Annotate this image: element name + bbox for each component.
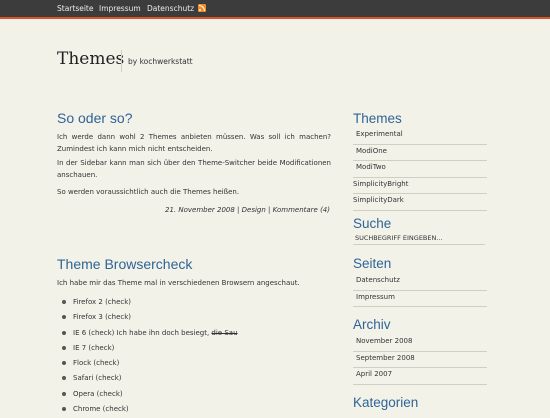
theme-item-experimental[interactable]: Experimental	[353, 128, 487, 145]
widget-heading-themes: Themes	[353, 111, 402, 126]
list-item: IE 6 (check) Ich habe ihn doch besiegt, …	[57, 327, 238, 342]
theme-item-simplicitydark[interactable]: SimplicityDark	[353, 194, 487, 211]
page-link-datenschutz[interactable]: Datenschutz	[353, 274, 487, 291]
page-link-impressum[interactable]: Impressum	[353, 291, 487, 307]
archive-list: November 2008 September 2008 April 2007	[353, 335, 487, 385]
post-paragraph: In der Sidebar kann man sich über den Th…	[57, 159, 331, 179]
archive-link-nov-2008[interactable]: November 2008	[353, 335, 487, 352]
list-item: Flock (check)	[57, 357, 238, 372]
nav-link-startseite[interactable]: Startseite	[57, 4, 93, 13]
widget-heading-categories: Kategorien	[353, 395, 419, 410]
browser-list: Firefox 2 (check) Firefox 3 (check) IE 6…	[57, 296, 238, 418]
pages-list: Datenschutz Impressum	[353, 274, 487, 307]
list-item: Firefox 2 (check)	[57, 296, 238, 311]
theme-item-moditwo[interactable]: ModiTwo	[353, 161, 487, 178]
archive-link-sep-2008[interactable]: September 2008	[353, 352, 487, 368]
widget-heading-archive: Archiv	[353, 317, 391, 332]
site-tagline: by kochwerkstatt	[128, 57, 193, 66]
post-meta: 21. November 2008 | Design | Kommentare …	[165, 206, 330, 214]
theme-item-modione[interactable]: ModiOne	[353, 145, 487, 161]
post-date: 21. November 2008	[165, 206, 235, 214]
theme-switcher-list: Experimental ModiOne ModiTwo SimplicityB…	[353, 128, 487, 211]
post-title[interactable]: So oder so?	[57, 110, 133, 126]
top-nav-bar: Startseite Impressum Datenschutz	[0, 0, 550, 19]
widget-heading-search: Suche	[353, 216, 392, 231]
search-input[interactable]	[353, 232, 485, 245]
post-paragraph: Ich werde dann wohl 2 Themes anbieten mü…	[57, 133, 331, 153]
list-item: IE 7 (check)	[57, 342, 238, 357]
nav-link-impressum[interactable]: Impressum	[99, 4, 141, 13]
post-category-link[interactable]: Design	[242, 206, 266, 214]
post-comments-link[interactable]: Kommentare (4)	[273, 206, 330, 214]
list-item: Opera (check)	[57, 388, 238, 403]
post-paragraph: So werden voraussichtlich auch die Theme…	[57, 188, 240, 196]
site-title[interactable]: Themes	[57, 49, 124, 69]
archive-link-apr-2007[interactable]: April 2007	[353, 368, 487, 385]
list-item: Firefox 3 (check)	[57, 311, 238, 326]
post-title[interactable]: Theme Browsercheck	[57, 256, 192, 272]
list-item: Safari (check)	[57, 372, 238, 387]
title-divider	[121, 50, 122, 72]
list-item: Chrome (check)	[57, 403, 238, 418]
rss-feed-icon[interactable]	[198, 4, 206, 12]
nav-link-datenschutz[interactable]: Datenschutz	[147, 4, 194, 13]
theme-item-simplicitybright[interactable]: SimplicityBright	[353, 178, 487, 194]
struck-text: die Sau	[211, 328, 238, 337]
widget-heading-pages: Seiten	[353, 256, 392, 271]
post-paragraph: Ich habe mir das Theme mal in verschiede…	[57, 279, 300, 287]
